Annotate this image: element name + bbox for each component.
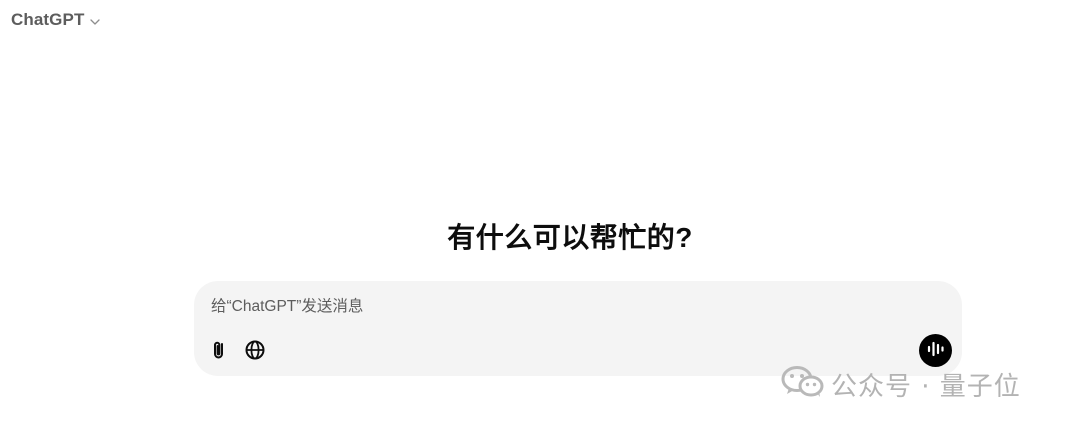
voice-mode-button[interactable]	[919, 334, 952, 367]
attach-button[interactable]	[206, 338, 232, 364]
voice-mode-icon	[926, 340, 946, 361]
watermark: 公众号 · 量子位	[781, 365, 1021, 404]
chat-home-page: ChatGPT 有什么可以帮忙的? 给“ChatGPT”发送消息 公众号 · 量…	[0, 0, 1080, 427]
globe-icon	[244, 339, 266, 364]
model-name: ChatGPT	[11, 10, 85, 29]
web-search-button[interactable]	[242, 338, 268, 364]
wechat-icon	[781, 365, 825, 404]
message-input[interactable]	[211, 296, 931, 318]
message-composer	[194, 281, 962, 376]
page-title: 有什么可以帮忙的?	[447, 222, 693, 253]
chevron-down-icon	[89, 15, 101, 27]
paperclip-icon	[209, 339, 229, 364]
model-switcher[interactable]: ChatGPT	[11, 10, 101, 30]
watermark-text: 公众号 · 量子位	[831, 371, 1021, 402]
